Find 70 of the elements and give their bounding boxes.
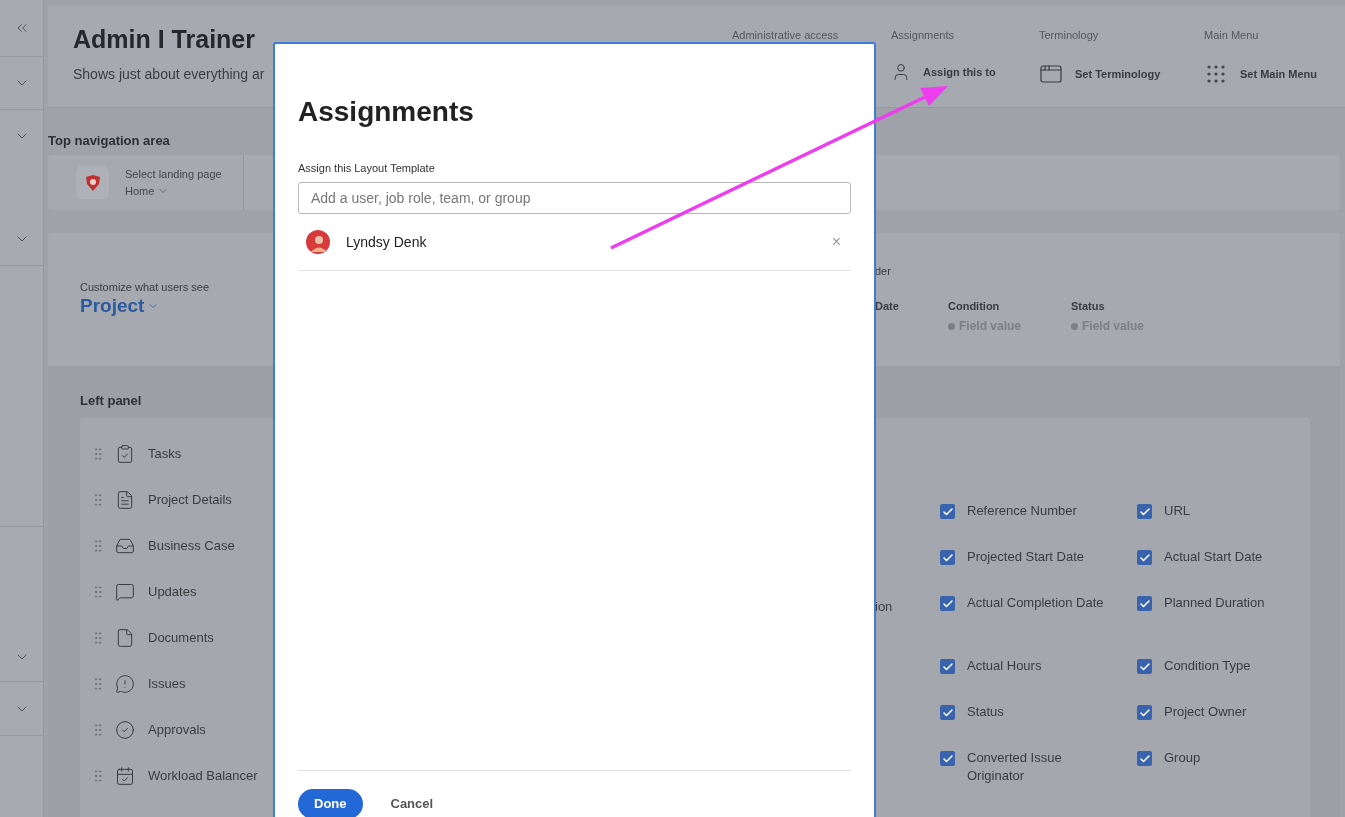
option-label: Converted Issue Originator (967, 749, 1063, 785)
remove-button[interactable]: × (831, 234, 841, 250)
option-label: URL (1164, 502, 1191, 520)
section-heading: Top navigation area (48, 133, 171, 149)
landing-page-label: Select landing page (125, 167, 222, 181)
checkbox[interactable] (1137, 550, 1152, 565)
action-button[interactable]: Assign this to (891, 62, 1039, 82)
panel-item-label: Issues (148, 675, 186, 694)
document-lines-icon (115, 490, 135, 510)
object-dropdown[interactable]: Project (80, 294, 160, 318)
assignee-search-field[interactable]: Add a user, job role, team, or group (298, 182, 851, 214)
done-button[interactable]: Done (298, 789, 363, 817)
option-label: Projected Start Date (967, 548, 1086, 566)
option-label: Project Owner (1164, 703, 1248, 721)
field-label: Date (875, 299, 900, 313)
option-label: Actual Completion Date (967, 594, 1105, 612)
panel-item-label: Business Case (148, 537, 235, 556)
customize-label: Customize what users see (80, 280, 210, 294)
checkbox[interactable] (940, 550, 955, 565)
check-circle-icon (115, 720, 135, 740)
option-label: Actual Start Date (1164, 548, 1264, 566)
panel-item-label: Project Details (148, 491, 232, 510)
field-label: Status (1071, 299, 1106, 313)
action-button[interactable]: Set Main Menu (1204, 62, 1334, 86)
checkbox[interactable] (1137, 504, 1152, 519)
avatar (306, 230, 330, 254)
document-icon (115, 628, 135, 648)
checkbox[interactable] (940, 596, 955, 611)
checkbox[interactable] (1137, 751, 1152, 766)
checkbox[interactable] (940, 705, 955, 720)
panel-item-label: Updates (148, 583, 197, 602)
page-title: Admin I Trainer (73, 24, 256, 54)
option-label: Group (1164, 749, 1202, 767)
action-group-label: Administrative access (732, 28, 840, 42)
option-label: Actual Hours (967, 657, 1043, 675)
text-fragment: ion (875, 599, 893, 614)
checkbox[interactable] (940, 659, 955, 674)
panel-item-label: Tasks (148, 445, 182, 464)
action-group-label: Main Menu (1204, 28, 1260, 42)
cancel-button[interactable]: Cancel (386, 789, 438, 817)
logo-icon (76, 166, 109, 199)
page-subtitle: Shows just about everything ar (73, 65, 266, 84)
option-label: Reference Number (967, 502, 1078, 520)
checkbox[interactable] (1137, 659, 1152, 674)
panel-item-label: Documents (148, 629, 214, 648)
calendar-check-icon (115, 766, 135, 786)
checkbox[interactable] (1137, 705, 1152, 720)
checkbox[interactable] (1137, 596, 1152, 611)
action-button[interactable]: Set Terminology (1039, 62, 1204, 86)
clipboard-check-icon (115, 444, 135, 464)
action-group-label: Terminology (1039, 28, 1100, 42)
speech-bubble-icon (115, 582, 135, 602)
text-fragment: der (875, 264, 892, 278)
checkbox[interactable] (940, 504, 955, 519)
window-icon (1039, 62, 1063, 86)
assignee-name: Lyndsy Denk (346, 232, 427, 252)
panel-item-label: Workload Balancer (148, 767, 258, 786)
landing-page-dropdown[interactable]: Home (125, 184, 222, 198)
panel-item-label: Approvals (148, 721, 206, 740)
option-label: Planned Duration (1164, 594, 1266, 612)
option-label: Status (967, 703, 1005, 721)
tray-icon (115, 536, 135, 556)
dialog-title: Assignments (298, 95, 475, 129)
action-group-label: Assignments (891, 28, 955, 42)
field-label: Condition (948, 299, 1001, 313)
checkbox[interactable] (940, 751, 955, 766)
alert-bubble-icon (115, 674, 135, 694)
section-heading: Left panel (80, 393, 143, 409)
field-label: Assign this Layout Template (298, 161, 436, 175)
option-label: Condition Type (1164, 657, 1252, 675)
